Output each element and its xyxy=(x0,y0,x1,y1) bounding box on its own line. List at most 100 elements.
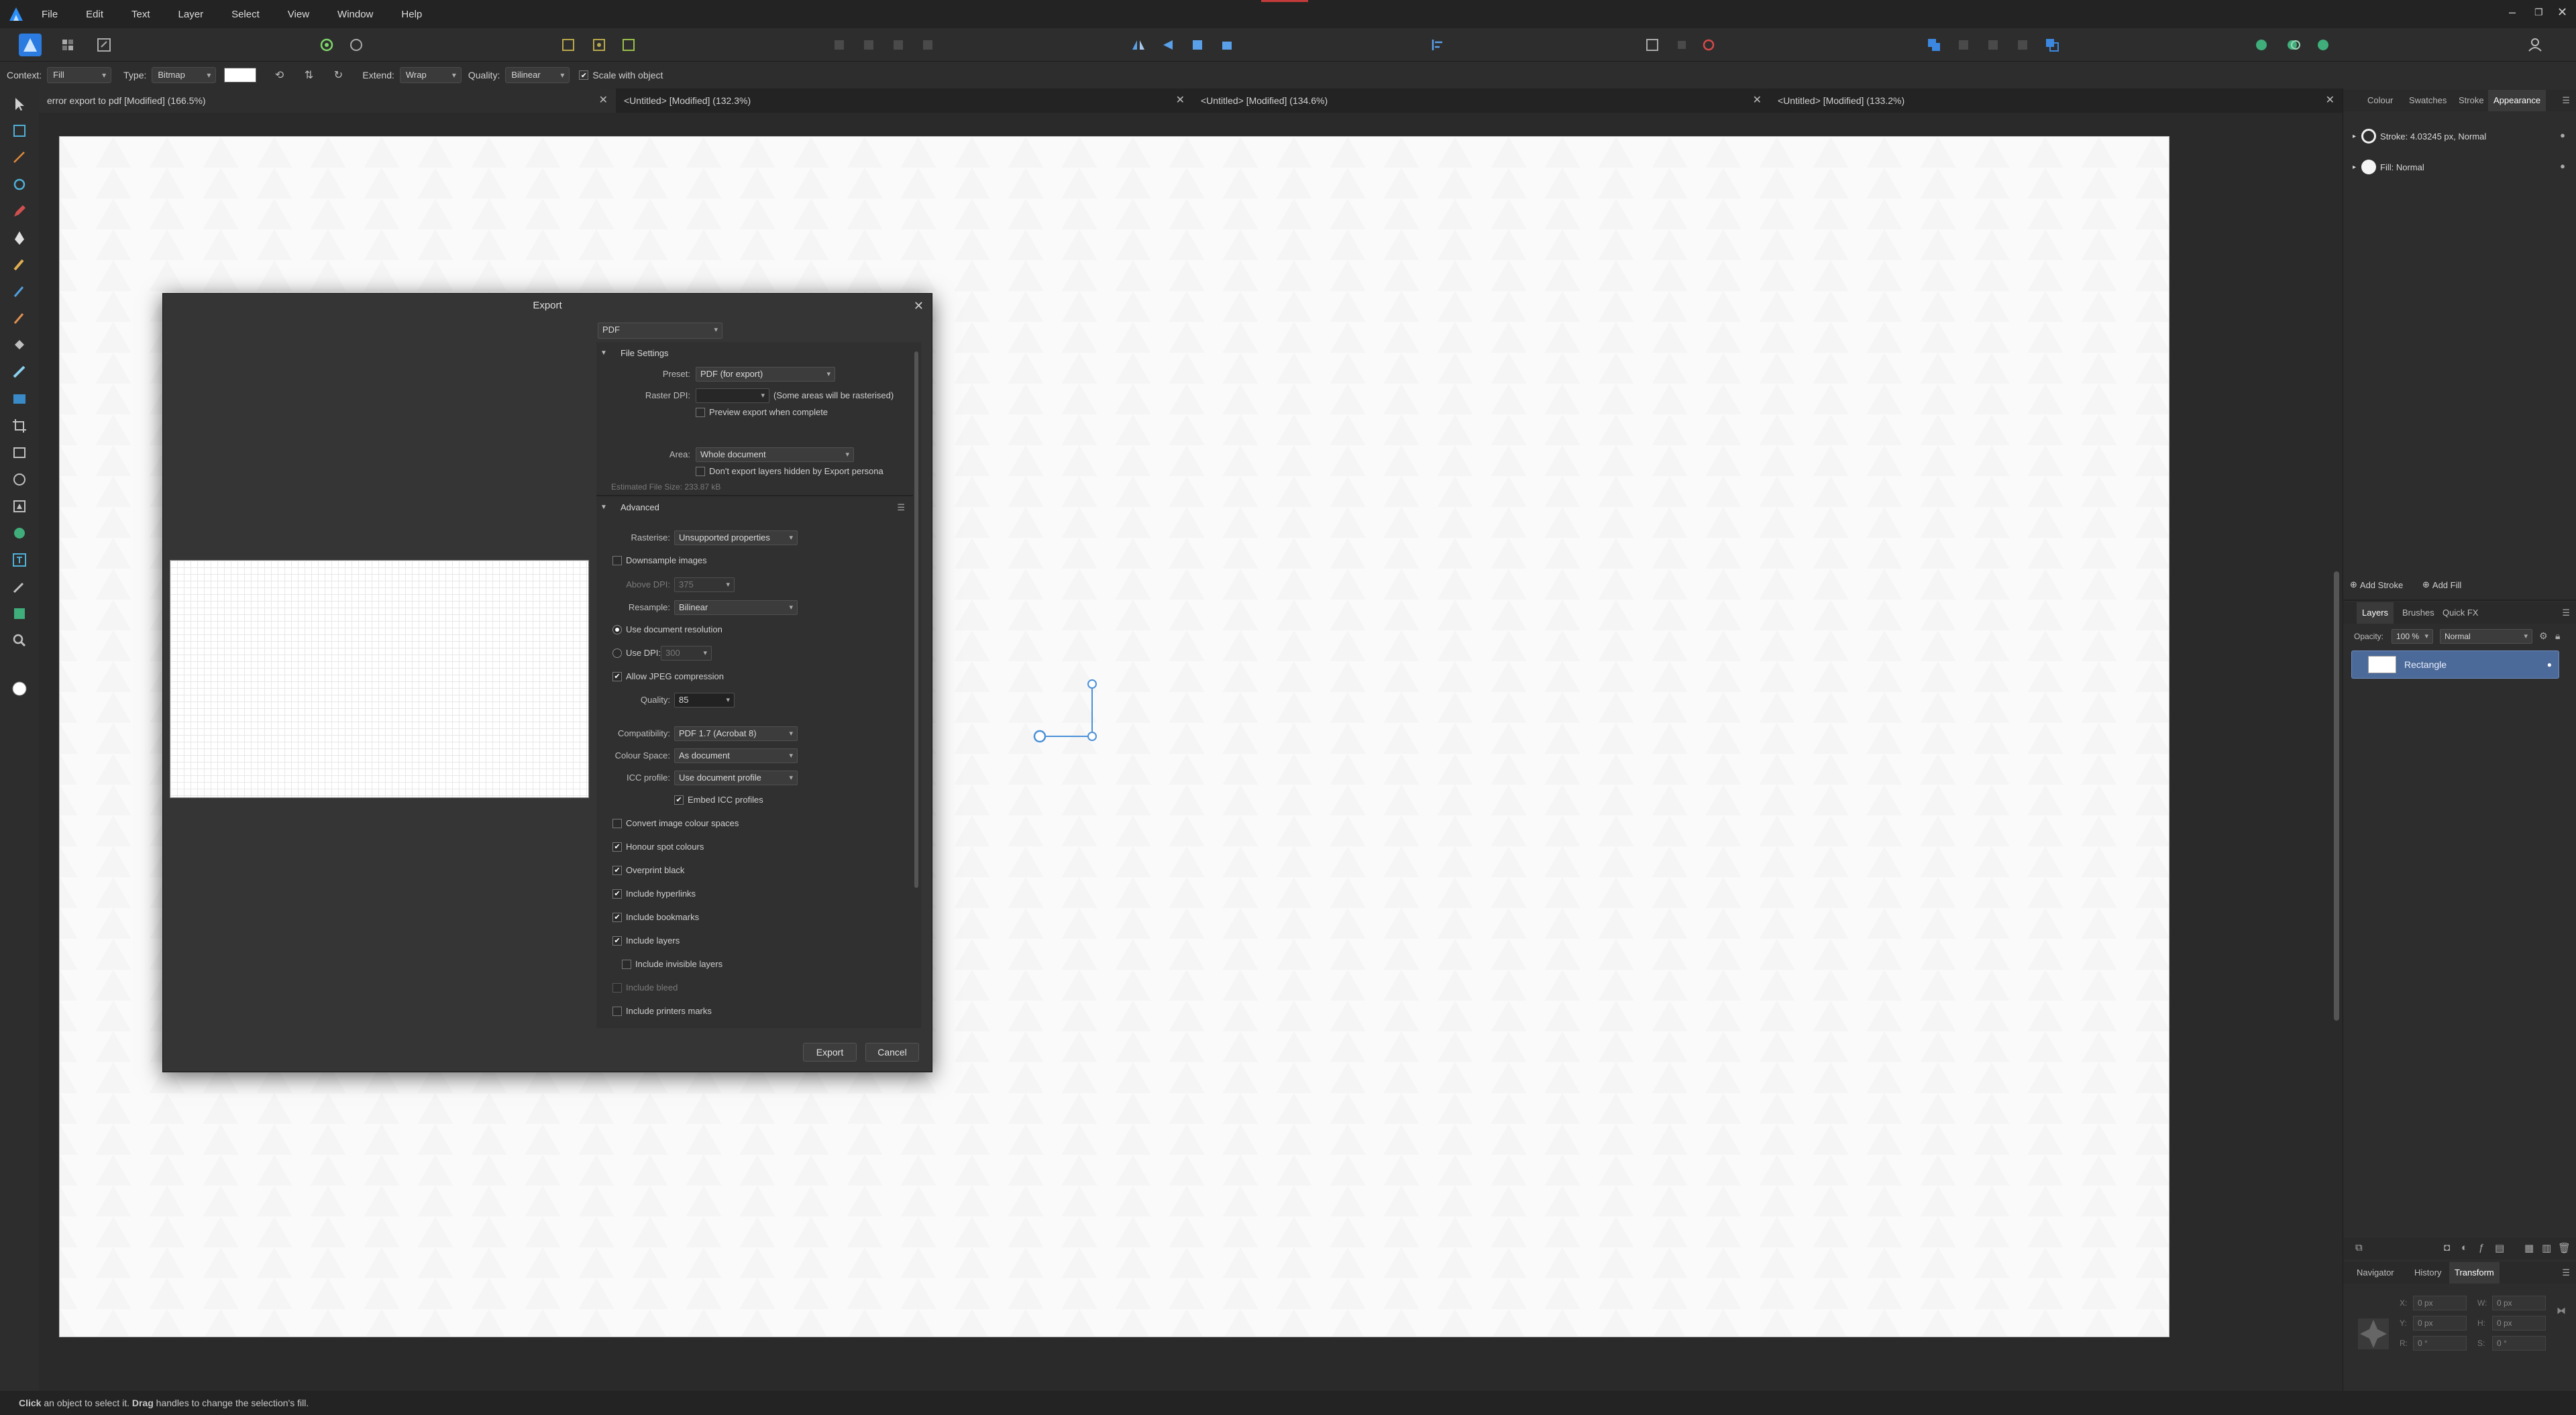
node-tool-icon[interactable] xyxy=(9,148,30,168)
close-tab-icon[interactable]: ✕ xyxy=(1176,89,1185,113)
pen-tool-icon[interactable] xyxy=(9,228,30,248)
layer-options-icon[interactable]: ⧉ xyxy=(2355,1242,2363,1253)
assistant-icon[interactable] xyxy=(2250,34,2273,56)
embed-icc-checkbox[interactable] xyxy=(674,795,684,805)
corner-tool-icon[interactable] xyxy=(9,174,30,194)
order-back-icon[interactable] xyxy=(828,34,851,56)
adjustment-layer-icon[interactable]: ◐ xyxy=(2461,1242,2467,1253)
boolean-xor-icon[interactable] xyxy=(2011,34,2034,56)
tab-document-2[interactable]: <Untitled> [Modified] (132.3%) ✕ xyxy=(616,89,1193,113)
pixel-brush-icon[interactable] xyxy=(9,308,30,329)
ellipse-tool-icon[interactable] xyxy=(9,469,30,490)
menu-select[interactable]: Select xyxy=(231,9,260,20)
flip-horizontal-icon[interactable] xyxy=(1127,34,1150,56)
duplicate-layer-icon[interactable]: ▥ xyxy=(2542,1242,2551,1254)
menu-text[interactable]: Text xyxy=(131,9,150,20)
y-field[interactable]: 0 px xyxy=(2413,1316,2467,1331)
panel-scrollbar[interactable] xyxy=(2334,571,2339,1021)
fill-swatch[interactable] xyxy=(224,68,257,82)
fill-row[interactable]: ▸ Fill: Normal xyxy=(2353,160,2424,174)
pencil-tool-icon[interactable] xyxy=(9,201,30,221)
expand-icon[interactable]: ▸ xyxy=(2353,133,2356,140)
include-layers-checkbox[interactable] xyxy=(612,936,622,946)
rasterise-dropdown[interactable]: Unsupported properties xyxy=(674,530,798,545)
use-dpi-field[interactable]: 300 xyxy=(661,646,712,661)
panel-menu-icon[interactable]: ☰ xyxy=(2562,90,2570,111)
preview-export-checkbox[interactable] xyxy=(696,408,705,417)
rotation-field[interactable]: 0 ° xyxy=(2413,1336,2467,1351)
tab-document-4[interactable]: <Untitled> [Modified] (133.2%) ✕ xyxy=(1770,89,2343,113)
close-dialog-icon[interactable]: ✕ xyxy=(914,294,924,318)
snap-bounds-icon[interactable] xyxy=(588,34,610,56)
minimize-icon[interactable]: – xyxy=(2509,5,2516,19)
opacity-dropdown[interactable]: 100 % xyxy=(2392,629,2433,644)
order-forward-icon[interactable] xyxy=(887,34,910,56)
fill-tool-icon[interactable] xyxy=(9,335,30,355)
stroke-row[interactable]: ▸ Stroke: 4.03245 px, Normal xyxy=(2353,129,2486,144)
flip-vertical-icon[interactable] xyxy=(1157,34,1179,56)
type-dropdown[interactable]: Bitmap xyxy=(152,67,217,83)
account-icon[interactable] xyxy=(2524,34,2546,56)
snap-object-icon[interactable] xyxy=(617,34,640,56)
expand-icon[interactable]: ▸ xyxy=(2353,164,2356,171)
honour-spot-colours-checkbox[interactable] xyxy=(612,842,622,852)
text-tool-icon[interactable] xyxy=(9,550,30,570)
raster-dpi-field[interactable] xyxy=(696,388,769,403)
allow-jpeg-checkbox[interactable] xyxy=(612,672,622,681)
transparency-tool-icon[interactable] xyxy=(9,604,30,624)
jpeg-quality-field[interactable]: 85 xyxy=(674,693,735,708)
scrollbar-thumb[interactable] xyxy=(914,351,918,888)
include-hyperlinks-checkbox[interactable] xyxy=(612,889,622,899)
extend-dropdown[interactable]: Wrap xyxy=(399,67,462,83)
menu-help[interactable]: Help xyxy=(401,9,422,20)
cancel-button[interactable]: Cancel xyxy=(865,1043,919,1062)
w-field[interactable]: 0 px xyxy=(2492,1296,2546,1310)
export-button[interactable]: Export xyxy=(803,1043,857,1062)
snapping-manager-icon[interactable] xyxy=(2282,34,2305,56)
insert-inside-icon[interactable] xyxy=(1641,34,1664,56)
insert-target-icon[interactable] xyxy=(1697,34,1720,56)
menu-file[interactable]: File xyxy=(42,9,58,20)
boolean-divide-icon[interactable] xyxy=(2041,34,2063,56)
mask-layer-icon[interactable]: ◘ xyxy=(2444,1242,2450,1253)
selection-handles[interactable] xyxy=(1032,677,1166,758)
tab-quick-fx[interactable]: Quick FX xyxy=(2443,602,2478,624)
context-dropdown[interactable]: Fill xyxy=(47,67,112,83)
add-fill-button[interactable]: ⊕ Add Fill xyxy=(2422,579,2461,590)
layer-item[interactable]: Rectangle ● xyxy=(2351,650,2559,679)
downsample-checkbox[interactable] xyxy=(612,556,622,565)
shape-circle-tool-icon[interactable] xyxy=(9,523,30,543)
flip-gradient-icon[interactable]: ⇅ xyxy=(299,67,318,83)
export-persona-icon[interactable] xyxy=(93,34,115,56)
menu-view[interactable]: View xyxy=(288,9,309,20)
tab-history[interactable]: History xyxy=(2414,1262,2441,1284)
shear-field[interactable]: 0 ° xyxy=(2492,1336,2546,1351)
restore-icon[interactable]: ❐ xyxy=(2534,7,2543,18)
shape-tool-icon[interactable] xyxy=(9,496,30,516)
zoom-tool-icon[interactable] xyxy=(9,630,30,650)
crop-tool-icon[interactable] xyxy=(9,416,30,436)
anchor-point-icon[interactable] xyxy=(2355,1316,2392,1352)
panel-menu-icon[interactable]: ☰ xyxy=(2562,602,2570,624)
menu-edit[interactable]: Edit xyxy=(86,9,103,20)
snapping-icon[interactable] xyxy=(557,34,580,56)
tab-brushes[interactable]: Brushes xyxy=(2402,602,2434,624)
delete-layer-icon[interactable]: 🗑︎ xyxy=(2558,1242,2571,1254)
colour-swatch-icon[interactable] xyxy=(9,679,30,699)
preview-mode-icon[interactable] xyxy=(2312,34,2334,56)
link-proportions-icon[interactable]: ⧓ xyxy=(2557,1305,2566,1316)
reverse-gradient-icon[interactable]: ⟲ xyxy=(270,67,288,83)
tab-layers[interactable]: Layers xyxy=(2357,602,2394,624)
fill-visibility-icon[interactable]: ● xyxy=(2560,161,2565,171)
tab-swatches[interactable]: Swatches xyxy=(2409,90,2447,111)
tab-stroke[interactable]: Stroke xyxy=(2459,90,2484,111)
color-picker-icon[interactable] xyxy=(9,577,30,597)
use-document-resolution-radio[interactable] xyxy=(612,625,622,634)
use-dpi-radio[interactable] xyxy=(612,648,622,658)
brush-tool-icon[interactable] xyxy=(9,255,30,275)
tab-document-1[interactable]: error export to pdf [Modified] (166.5%) … xyxy=(39,89,616,113)
resample-dropdown[interactable]: Bilinear xyxy=(674,600,798,615)
include-invisible-layers-checkbox[interactable] xyxy=(622,960,631,969)
rotate-left-icon[interactable] xyxy=(1186,34,1209,56)
add-stroke-button[interactable]: ⊕ Add Stroke xyxy=(2350,579,2403,590)
